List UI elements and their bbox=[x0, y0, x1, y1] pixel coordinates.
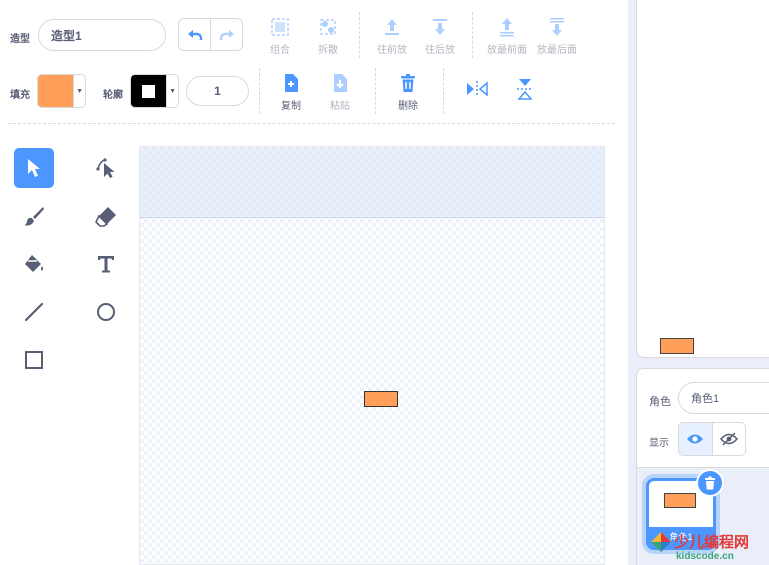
eraser-tool[interactable] bbox=[86, 196, 126, 236]
paint-editor: 造型 造型1 组合 拆散 往前放 往后放 放最前面 放最后面 填充 ▼ 轮廓 ▼… bbox=[0, 0, 628, 565]
backward-label: 往后放 bbox=[425, 45, 455, 56]
separator bbox=[472, 12, 473, 58]
fill-color-picker[interactable]: ▼ bbox=[37, 74, 86, 108]
outline-width-input[interactable]: 1 bbox=[186, 76, 249, 106]
watermark: 少儿编程网 kidscode.cn bbox=[646, 525, 769, 565]
copy-icon bbox=[285, 74, 298, 92]
group-label: 组合 bbox=[270, 45, 290, 56]
toolbar-divider bbox=[8, 123, 615, 124]
separator bbox=[259, 68, 260, 114]
outline-swatch bbox=[131, 75, 167, 107]
paste-button[interactable]: 粘贴 bbox=[316, 72, 364, 112]
brush-tool[interactable] bbox=[14, 196, 54, 236]
sprite-name-input[interactable]: 角色1 bbox=[678, 382, 769, 414]
outline-color-picker[interactable]: ▼ bbox=[130, 74, 179, 108]
eye-off-icon bbox=[719, 432, 738, 446]
delete-sprite-button[interactable] bbox=[696, 469, 724, 497]
paint-bucket-icon bbox=[25, 255, 43, 272]
group-button[interactable]: 组合 bbox=[256, 16, 304, 56]
redo-button[interactable] bbox=[211, 19, 242, 50]
separator bbox=[359, 12, 360, 58]
arrow-cursor-icon bbox=[28, 159, 40, 177]
ungroup-icon bbox=[320, 19, 336, 35]
watermark-title: 少儿编程网 bbox=[674, 534, 750, 551]
outline-label: 轮廓 bbox=[103, 90, 123, 101]
trash-icon bbox=[401, 74, 415, 92]
undo-button[interactable] bbox=[179, 19, 211, 50]
arrow-up-icon bbox=[385, 19, 399, 35]
costume-shape-rectangle[interactable] bbox=[364, 391, 398, 407]
text-icon bbox=[98, 256, 114, 273]
rectangle-tool[interactable] bbox=[14, 340, 54, 380]
sprite-label: 角色 bbox=[649, 396, 671, 408]
text-tool[interactable] bbox=[86, 244, 126, 284]
delete-label: 删除 bbox=[398, 101, 418, 112]
app-root: 造型 造型1 组合 拆散 往前放 往后放 放最前面 放最后面 填充 ▼ 轮廓 ▼… bbox=[0, 0, 769, 565]
drawing-canvas[interactable] bbox=[139, 146, 605, 565]
rectangle-icon bbox=[25, 351, 43, 369]
site-logo-icon bbox=[651, 532, 671, 552]
stage-preview[interactable] bbox=[636, 0, 769, 358]
send-back-icon bbox=[550, 18, 564, 36]
forward-label: 往前放 bbox=[377, 45, 407, 56]
flip-horizontal-button[interactable] bbox=[453, 78, 501, 100]
costume-label: 造型 bbox=[10, 34, 30, 45]
circle-icon bbox=[97, 303, 115, 321]
forward-button[interactable]: 往前放 bbox=[368, 16, 416, 56]
separator bbox=[443, 68, 444, 114]
eraser-icon bbox=[95, 207, 116, 227]
eye-icon bbox=[687, 434, 704, 444]
backward-button[interactable]: 往后放 bbox=[416, 16, 464, 56]
fill-swatch bbox=[38, 75, 74, 107]
show-label: 显示 bbox=[649, 438, 669, 449]
group-icon bbox=[271, 18, 289, 36]
send-to-back-button[interactable]: 放最后面 bbox=[533, 16, 581, 56]
ungroup-label: 拆散 bbox=[318, 45, 338, 56]
line-icon bbox=[24, 302, 44, 322]
bring-to-front-button[interactable]: 放最前面 bbox=[483, 16, 531, 56]
sprite-thumbnail bbox=[664, 493, 696, 508]
flip-vertical-icon bbox=[517, 79, 533, 100]
trash-icon bbox=[705, 476, 715, 490]
redo-icon bbox=[219, 29, 234, 40]
reshape-tool[interactable] bbox=[86, 148, 126, 188]
line-tool[interactable] bbox=[14, 292, 54, 332]
stage-sprite-rectangle[interactable] bbox=[660, 338, 694, 354]
copy-label: 复制 bbox=[281, 101, 301, 112]
brush-icon bbox=[24, 207, 44, 226]
chevron-down-icon: ▼ bbox=[166, 75, 178, 107]
show-button[interactable] bbox=[679, 423, 713, 455]
chevron-down-icon: ▼ bbox=[73, 75, 85, 107]
flip-horizontal-icon bbox=[467, 81, 488, 97]
separator bbox=[375, 68, 376, 114]
undo-redo-group bbox=[178, 18, 243, 51]
fill-label: 填充 bbox=[10, 90, 30, 101]
hide-button[interactable] bbox=[713, 423, 746, 455]
sprite-info: 角色 角色1 显示 bbox=[637, 369, 769, 461]
reshape-icon bbox=[96, 158, 115, 178]
copy-button[interactable]: 复制 bbox=[267, 72, 315, 112]
flip-vertical-button[interactable] bbox=[501, 78, 549, 100]
visibility-toggle bbox=[678, 422, 746, 456]
arrow-down-icon bbox=[433, 19, 447, 35]
undo-icon bbox=[187, 29, 202, 40]
paste-label: 粘贴 bbox=[330, 101, 350, 112]
bring-front-label: 放最前面 bbox=[487, 45, 527, 56]
bring-front-icon bbox=[500, 18, 514, 37]
fill-tool[interactable] bbox=[14, 244, 54, 284]
canvas-overflow-region bbox=[140, 147, 604, 218]
watermark-url: kidscode.cn bbox=[676, 551, 734, 562]
ungroup-button[interactable]: 拆散 bbox=[304, 16, 352, 56]
select-tool[interactable] bbox=[14, 148, 54, 188]
delete-button[interactable]: 删除 bbox=[384, 72, 432, 112]
costume-name-input[interactable]: 造型1 bbox=[38, 19, 166, 51]
send-back-label: 放最后面 bbox=[537, 45, 577, 56]
circle-tool[interactable] bbox=[86, 292, 126, 332]
paste-icon bbox=[334, 74, 347, 92]
